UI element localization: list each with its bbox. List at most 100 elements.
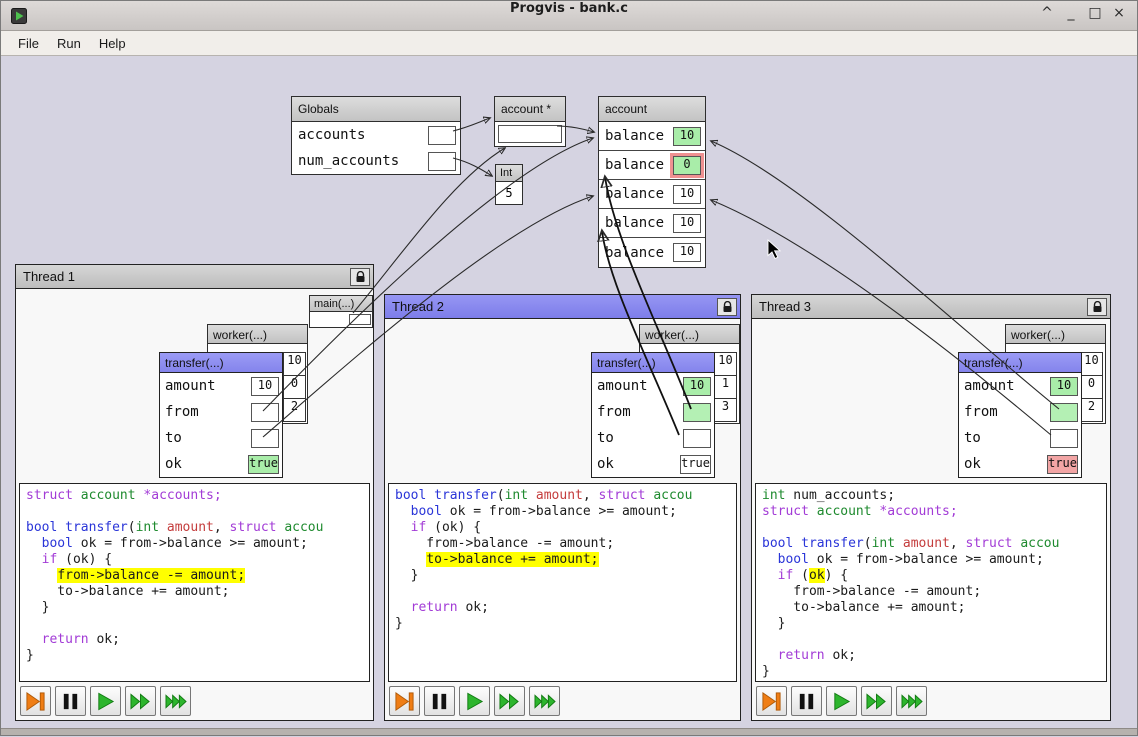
- variable-name: amount: [964, 378, 1050, 394]
- fast-forward-button[interactable]: [494, 686, 525, 716]
- pointer-value-box: [428, 152, 456, 171]
- canvas[interactable]: Globals accountsnum_accounts account * a…: [1, 56, 1137, 728]
- window-bottom-edge: [1, 728, 1137, 735]
- run-fast-button[interactable]: [529, 686, 560, 716]
- thread-titlebar[interactable]: Thread 3: [752, 295, 1110, 319]
- worker-value-box: 10: [714, 352, 737, 376]
- worker-value-box: 3: [714, 398, 737, 422]
- field-name: balance: [605, 157, 673, 173]
- playback-controls: [756, 686, 927, 716]
- step-button[interactable]: [20, 686, 51, 716]
- code-line: return ok;: [762, 648, 1100, 664]
- window-title: Progvis - bank.c: [1, 1, 1137, 16]
- globals-panel-header[interactable]: Globals: [292, 97, 460, 122]
- value-box: 10: [251, 377, 279, 396]
- menu-item-help[interactable]: Help: [90, 33, 135, 54]
- value-box: 10: [673, 127, 701, 146]
- globals-row: num_accounts: [292, 148, 460, 174]
- variable-row: amount10: [592, 373, 714, 399]
- pointer-value-box: [428, 126, 456, 145]
- close-button[interactable]: ×: [1109, 5, 1129, 27]
- run-fast-button[interactable]: [160, 686, 191, 716]
- variable-row: to: [592, 425, 714, 451]
- thread-body: main(...) worker(...) 1002 transfer(...)…: [16, 289, 373, 720]
- account-row: balance10: [599, 209, 705, 238]
- code-line: int num_accounts;: [762, 488, 1100, 504]
- lock-icon[interactable]: [1087, 298, 1107, 316]
- window-controls: ^_□×: [1037, 1, 1129, 31]
- transfer-variables: amount10fromtooktrue: [592, 373, 714, 477]
- worker-value-box: 0: [283, 375, 306, 399]
- globals-row: accounts: [292, 122, 460, 148]
- thread-titlebar[interactable]: Thread 2: [385, 295, 740, 319]
- frame-title: main(...): [314, 298, 354, 310]
- stack-frame-main: main(...): [309, 295, 373, 328]
- variable-row: amount10: [959, 373, 1081, 399]
- variable-row: from: [959, 399, 1081, 425]
- frame-title: transfer(...): [964, 356, 1023, 370]
- code-line: }: [762, 616, 1100, 632]
- value-box: [1050, 429, 1078, 448]
- code-line: return ok;: [395, 600, 730, 616]
- code-line: [762, 520, 1100, 536]
- menu-item-file[interactable]: File: [9, 33, 48, 54]
- pause-button[interactable]: [424, 686, 455, 716]
- play-button[interactable]: [90, 686, 121, 716]
- variable-name: ok: [165, 456, 248, 472]
- code-line: bool ok = from->balance >= amount;: [26, 536, 363, 552]
- thread-title: Thread 2: [392, 299, 717, 314]
- step-button[interactable]: [389, 686, 420, 716]
- menu-bar: FileRunHelp: [1, 31, 1137, 56]
- account-pointer-header[interactable]: account *: [495, 97, 565, 122]
- transfer-variables: amount10fromtooktrue: [959, 373, 1081, 477]
- run-fast-button[interactable]: [896, 686, 927, 716]
- menu-item-run[interactable]: Run: [48, 33, 90, 54]
- value-box: [683, 403, 711, 422]
- step-button[interactable]: [756, 686, 787, 716]
- window-titlebar[interactable]: Progvis - bank.c ^_□×: [1, 1, 1137, 31]
- worker-value-box: 1: [714, 375, 737, 399]
- int-panel-header[interactable]: Int: [496, 165, 522, 182]
- shade-button[interactable]: ^: [1037, 5, 1057, 27]
- code-line: }: [26, 600, 363, 616]
- frame-title: worker(...): [645, 328, 699, 342]
- maximize-button[interactable]: □: [1085, 5, 1105, 27]
- fast-forward-button[interactable]: [125, 686, 156, 716]
- lock-icon[interactable]: [717, 298, 737, 316]
- stack-frame-transfer: transfer(...) amount10fromtooktrue: [591, 352, 715, 478]
- account-row: balance10: [599, 180, 705, 209]
- pause-button[interactable]: [791, 686, 822, 716]
- variable-name: ok: [964, 456, 1047, 472]
- code-line: from->balance -= amount;: [26, 568, 363, 584]
- value-box: true: [680, 455, 711, 474]
- pause-button[interactable]: [55, 686, 86, 716]
- value-box: 10: [673, 185, 701, 204]
- value-box: true: [248, 455, 279, 474]
- stack-frame-transfer: transfer(...) amount10fromtooktrue: [958, 352, 1082, 478]
- thread-titlebar[interactable]: Thread 1: [16, 265, 373, 289]
- worker-value-box: 10: [1080, 352, 1103, 376]
- value-box: [251, 403, 279, 422]
- value-box: 10: [673, 243, 701, 262]
- globals-rows: accountsnum_accounts: [292, 122, 460, 174]
- fast-forward-button[interactable]: [861, 686, 892, 716]
- frame-title: transfer(...): [165, 356, 224, 370]
- pointer-value-box: [349, 314, 371, 325]
- code-line: struct account *accounts;: [762, 504, 1100, 520]
- code-line: if (ok) {: [762, 568, 1100, 584]
- code-line: to->balance += amount;: [395, 552, 730, 568]
- worker-values: 1002: [1080, 352, 1103, 422]
- variable-name: to: [964, 430, 1050, 446]
- play-button[interactable]: [459, 686, 490, 716]
- account-panel-header[interactable]: account: [599, 97, 705, 122]
- lock-icon[interactable]: [350, 268, 370, 286]
- play-button[interactable]: [826, 686, 857, 716]
- field-name: balance: [605, 186, 673, 202]
- code-line: [395, 584, 730, 600]
- minimize-button[interactable]: _: [1061, 5, 1081, 27]
- code-line: [762, 632, 1100, 648]
- account-panel: account balance10balance0balance10balanc…: [598, 96, 706, 268]
- thread-body: worker(...) 1002 transfer(...) amount10f…: [752, 319, 1110, 720]
- frame-title: worker(...): [213, 328, 267, 342]
- thread-window-1: Thread 1 main(...) worker(...) 1002 tran…: [15, 264, 374, 721]
